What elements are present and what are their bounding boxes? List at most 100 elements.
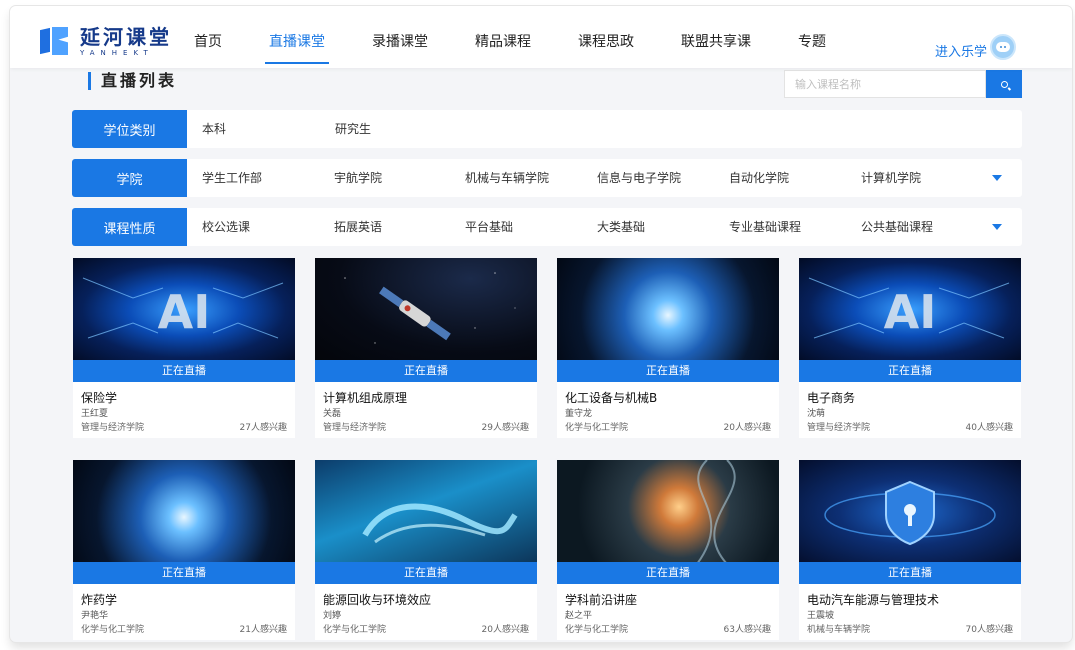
dna-helix-thumbnail: [557, 460, 779, 564]
ai-chip-thumbnail: AI: [799, 258, 1021, 362]
user-face-icon: [996, 42, 1010, 52]
nav-item-alliance[interactable]: 联盟共享课: [681, 6, 751, 68]
course-card[interactable]: 正在直播 学科前沿讲座 赵之平 化学与化工学院 63人感兴趣: [557, 460, 779, 640]
search-button[interactable]: [986, 70, 1022, 98]
filter-label: 学院: [72, 159, 187, 197]
nav-item-topics[interactable]: 专题: [798, 6, 826, 68]
course-title: 能源回收与环境效应: [323, 593, 432, 607]
course-college: 化学与化工学院: [565, 625, 629, 635]
nav-item-ideology[interactable]: 课程思政: [578, 6, 634, 68]
nav-item-live[interactable]: 直播课堂: [265, 6, 329, 68]
course-title: 学科前沿讲座: [565, 593, 638, 607]
interest-count: 70人感兴趣: [965, 625, 1013, 635]
course-card[interactable]: 正在直播 计算机组成原理 关磊 管理与经济学院 29人感兴趣: [315, 258, 537, 438]
filter-degree: 学位类别 本科 研究生: [72, 110, 1022, 148]
interest-count: 29人感兴趣: [481, 423, 529, 433]
filter-option[interactable]: 拓展英语: [334, 208, 382, 246]
filter-option[interactable]: 宇航学院: [334, 159, 382, 197]
browser-frame: 延河课堂 YANHEKT 首页 直播课堂 录播课堂 精品课程 课程思政 联盟共享…: [10, 6, 1072, 642]
filter-option[interactable]: 计算机学院: [861, 159, 921, 197]
particle-burst-thumbnail: [557, 258, 779, 362]
course-teacher: 王红夏: [81, 409, 109, 419]
course-college: 管理与经济学院: [807, 423, 871, 433]
course-teacher: 刘婷: [323, 611, 342, 621]
course-title: 保险学: [81, 391, 118, 405]
course-card[interactable]: 正在直播 能源回收与环境效应 刘婷 化学与化工学院 20人感兴趣: [315, 460, 537, 640]
course-college: 化学与化工学院: [81, 625, 145, 635]
nav-item-recorded[interactable]: 录播课堂: [372, 6, 428, 68]
course-card[interactable]: AI 正在直播 保险学 王红夏 管理与经济学院 27人感兴趣: [73, 258, 295, 438]
logo-icon: [40, 27, 70, 57]
course-title: 计算机组成原理: [323, 391, 408, 405]
nav-item-home[interactable]: 首页: [194, 6, 222, 68]
interest-count: 40人感兴趣: [965, 423, 1013, 433]
live-status-bar: 正在直播: [315, 360, 537, 382]
filter-option[interactable]: 大类基础: [597, 208, 645, 246]
course-teacher: 赵之平: [565, 611, 593, 621]
filter-option[interactable]: 平台基础: [465, 208, 513, 246]
course-teacher: 关磊: [323, 409, 342, 419]
page-title: 直播列表: [88, 72, 177, 90]
course-teacher: 董守龙: [565, 409, 593, 419]
course-college: 管理与经济学院: [323, 423, 387, 433]
live-status-bar: 正在直播: [73, 360, 295, 382]
ai-chip-thumbnail: AI: [73, 258, 295, 362]
interest-count: 21人感兴趣: [239, 625, 287, 635]
course-card[interactable]: 正在直播 炸药学 尹艳华 化学与化工学院 21人感兴趣: [73, 460, 295, 640]
neon-text-thumbnail: [315, 460, 537, 564]
filter-option[interactable]: 公共基础课程: [861, 208, 933, 246]
interest-count: 27人感兴趣: [239, 423, 287, 433]
enter-lexue-link[interactable]: 进入乐学: [935, 41, 987, 60]
live-status-bar: 正在直播: [73, 562, 295, 584]
live-status-bar: 正在直播: [799, 360, 1021, 382]
interest-count: 63人感兴趣: [723, 625, 771, 635]
nav-item-featured[interactable]: 精品课程: [475, 6, 531, 68]
filter-option[interactable]: 机械与车辆学院: [465, 159, 549, 197]
filter-label: 课程性质: [72, 208, 187, 246]
course-title: 炸药学: [81, 593, 118, 607]
course-college: 管理与经济学院: [81, 423, 145, 433]
security-lock-thumbnail: [799, 460, 1021, 564]
live-status-bar: 正在直播: [557, 562, 779, 584]
course-college: 化学与化工学院: [323, 625, 387, 635]
filter-option[interactable]: 自动化学院: [729, 159, 789, 197]
brand-subtitle: YANHEKT: [80, 49, 154, 57]
filter-option[interactable]: 本科: [202, 110, 226, 148]
filter-label: 学位类别: [72, 110, 187, 148]
main-nav: 首页 直播课堂 录播课堂 精品课程 课程思政 联盟共享课 专题: [194, 6, 873, 68]
space-station-thumbnail: [315, 258, 537, 362]
course-teacher: 沈萌: [807, 409, 826, 419]
interest-count: 20人感兴趣: [723, 423, 771, 433]
particle-burst-thumbnail: [73, 460, 295, 564]
avatar[interactable]: [990, 34, 1016, 60]
svg-text:AI: AI: [884, 285, 937, 339]
search-icon: [1000, 80, 1008, 88]
course-title: 电子商务: [807, 391, 856, 405]
filter-option[interactable]: 研究生: [335, 110, 371, 148]
course-card[interactable]: AI 正在直播 电子商务 沈萌 管理与经济学院 40人感兴趣: [799, 258, 1021, 438]
live-status-bar: 正在直播: [799, 562, 1021, 584]
course-teacher: 王震坡: [807, 611, 835, 621]
top-header: 延河课堂 YANHEKT 首页 直播课堂 录播课堂 精品课程 课程思政 联盟共享…: [10, 6, 1072, 68]
brand-logo[interactable]: 延河课堂 YANHEKT: [40, 27, 172, 57]
live-status-bar: 正在直播: [315, 562, 537, 584]
course-teacher: 尹艳华: [81, 611, 109, 621]
filter-option[interactable]: 信息与电子学院: [597, 159, 681, 197]
course-college: 机械与车辆学院: [807, 625, 871, 635]
filter-option[interactable]: 校公选课: [202, 208, 250, 246]
svg-text:AI: AI: [158, 285, 211, 339]
course-card[interactable]: 正在直播 化工设备与机械B 董守龙 化学与化工学院 20人感兴趣: [557, 258, 779, 438]
search-input[interactable]: [784, 70, 986, 98]
filter-course-type: 课程性质 校公选课 拓展英语 平台基础 大类基础 专业基础课程 公共基础课程: [72, 208, 1022, 246]
expand-caret-icon[interactable]: [992, 175, 1002, 181]
course-card[interactable]: 正在直播 电动汽车能源与管理技术 王震坡 机械与车辆学院 70人感兴趣: [799, 460, 1021, 640]
filter-option[interactable]: 专业基础课程: [729, 208, 801, 246]
brand-name: 延河课堂: [80, 25, 172, 49]
filter-option[interactable]: 学生工作部: [202, 159, 262, 197]
course-college: 化学与化工学院: [565, 423, 629, 433]
live-status-bar: 正在直播: [557, 360, 779, 382]
filter-college: 学院 学生工作部 宇航学院 机械与车辆学院 信息与电子学院 自动化学院 计算机学…: [72, 159, 1022, 197]
expand-caret-icon[interactable]: [992, 224, 1002, 230]
course-title: 电动汽车能源与管理技术: [807, 593, 940, 607]
interest-count: 20人感兴趣: [481, 625, 529, 635]
